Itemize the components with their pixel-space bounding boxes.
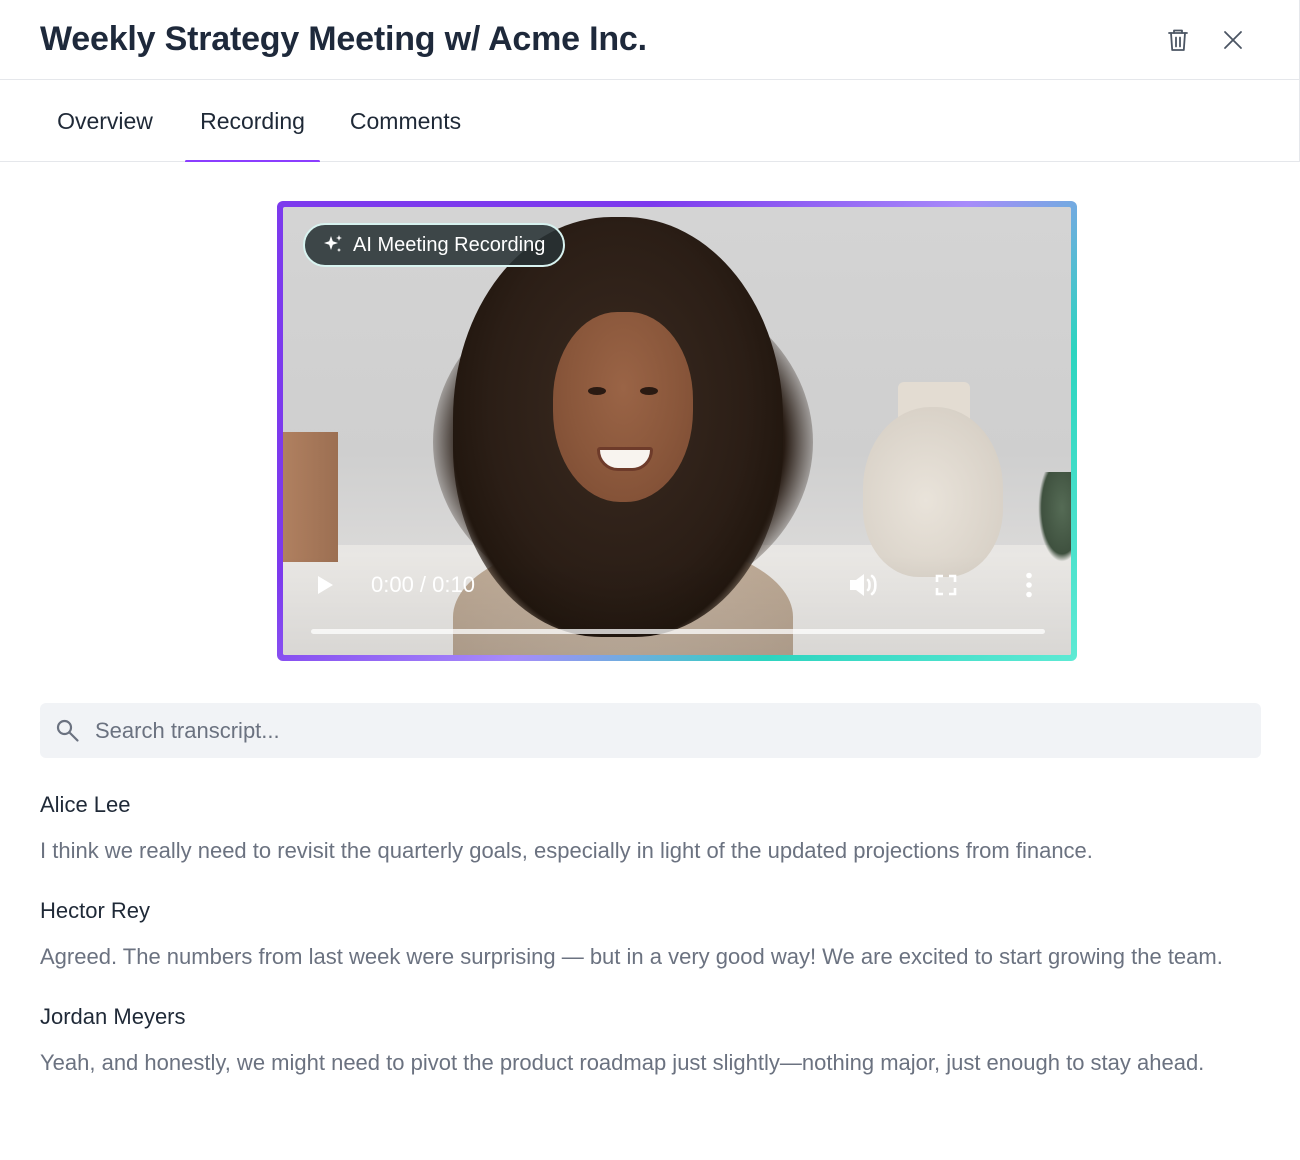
transcript-entry: Hector Rey Agreed. The numbers from last… xyxy=(40,896,1261,974)
tab-recording[interactable]: Recording xyxy=(185,80,320,163)
video-background-vase xyxy=(863,407,1003,577)
transcript-entry: Jordan Meyers Yeah, and honestly, we mig… xyxy=(40,1002,1261,1080)
search-input[interactable] xyxy=(95,703,1245,758)
fullscreen-icon xyxy=(935,574,957,596)
page-title: Weekly Strategy Meeting w/ Acme Inc. xyxy=(40,20,647,58)
transcript-entry: Alice Lee I think we really need to revi… xyxy=(40,790,1261,868)
video-frame: AI Meeting Recording 0:00 / 0:10 xyxy=(277,201,1077,661)
video-player[interactable]: AI Meeting Recording 0:00 / 0:10 xyxy=(283,207,1071,655)
close-icon xyxy=(1224,31,1242,49)
more-vertical-icon xyxy=(1026,572,1032,598)
volume-icon xyxy=(850,574,877,596)
transcript-text: Agreed. The numbers from last week were … xyxy=(40,944,1223,969)
fullscreen-button[interactable] xyxy=(931,569,961,601)
delete-button[interactable] xyxy=(1160,22,1196,58)
video-background-box xyxy=(283,432,338,562)
transcript-text: Yeah, and honestly, we might need to piv… xyxy=(40,1050,1205,1075)
transcript-search xyxy=(40,703,1261,758)
tab-comments[interactable]: Comments xyxy=(333,80,478,162)
speaker-name: Alice Lee xyxy=(40,792,131,817)
speaker-name: Jordan Meyers xyxy=(40,1004,186,1029)
ai-recording-badge-label: AI Meeting Recording xyxy=(353,233,546,256)
search-icon xyxy=(55,718,81,744)
progress-bar[interactable] xyxy=(311,629,1045,634)
sparkle-icon xyxy=(324,235,342,252)
transcript-list: Alice Lee I think we really need to revi… xyxy=(40,790,1261,1108)
more-options-button[interactable] xyxy=(1017,569,1041,601)
video-person-eye-right xyxy=(640,387,658,395)
tab-bar: Overview Recording Comments xyxy=(0,80,1300,163)
panel-header: Weekly Strategy Meeting w/ Acme Inc. xyxy=(0,0,1300,80)
video-controls: 0:00 / 0:10 xyxy=(283,555,1071,655)
ai-recording-badge: AI Meeting Recording xyxy=(303,223,566,267)
video-person-face xyxy=(553,312,693,502)
speaker-name: Hector Rey xyxy=(40,898,151,923)
tab-overview[interactable]: Overview xyxy=(40,80,170,162)
video-person-eye-left xyxy=(588,387,606,395)
transcript-text: I think we really need to revisit the qu… xyxy=(40,838,1093,863)
play-button[interactable] xyxy=(311,571,339,599)
volume-button[interactable] xyxy=(845,569,881,601)
video-background-plant xyxy=(1038,472,1071,562)
trash-icon xyxy=(1168,29,1188,51)
playback-time: 0:00 / 0:10 xyxy=(371,572,475,597)
close-button[interactable] xyxy=(1215,22,1251,58)
meeting-panel: Weekly Strategy Meeting w/ Acme Inc. Ove… xyxy=(0,0,1300,1160)
play-icon xyxy=(318,576,333,594)
